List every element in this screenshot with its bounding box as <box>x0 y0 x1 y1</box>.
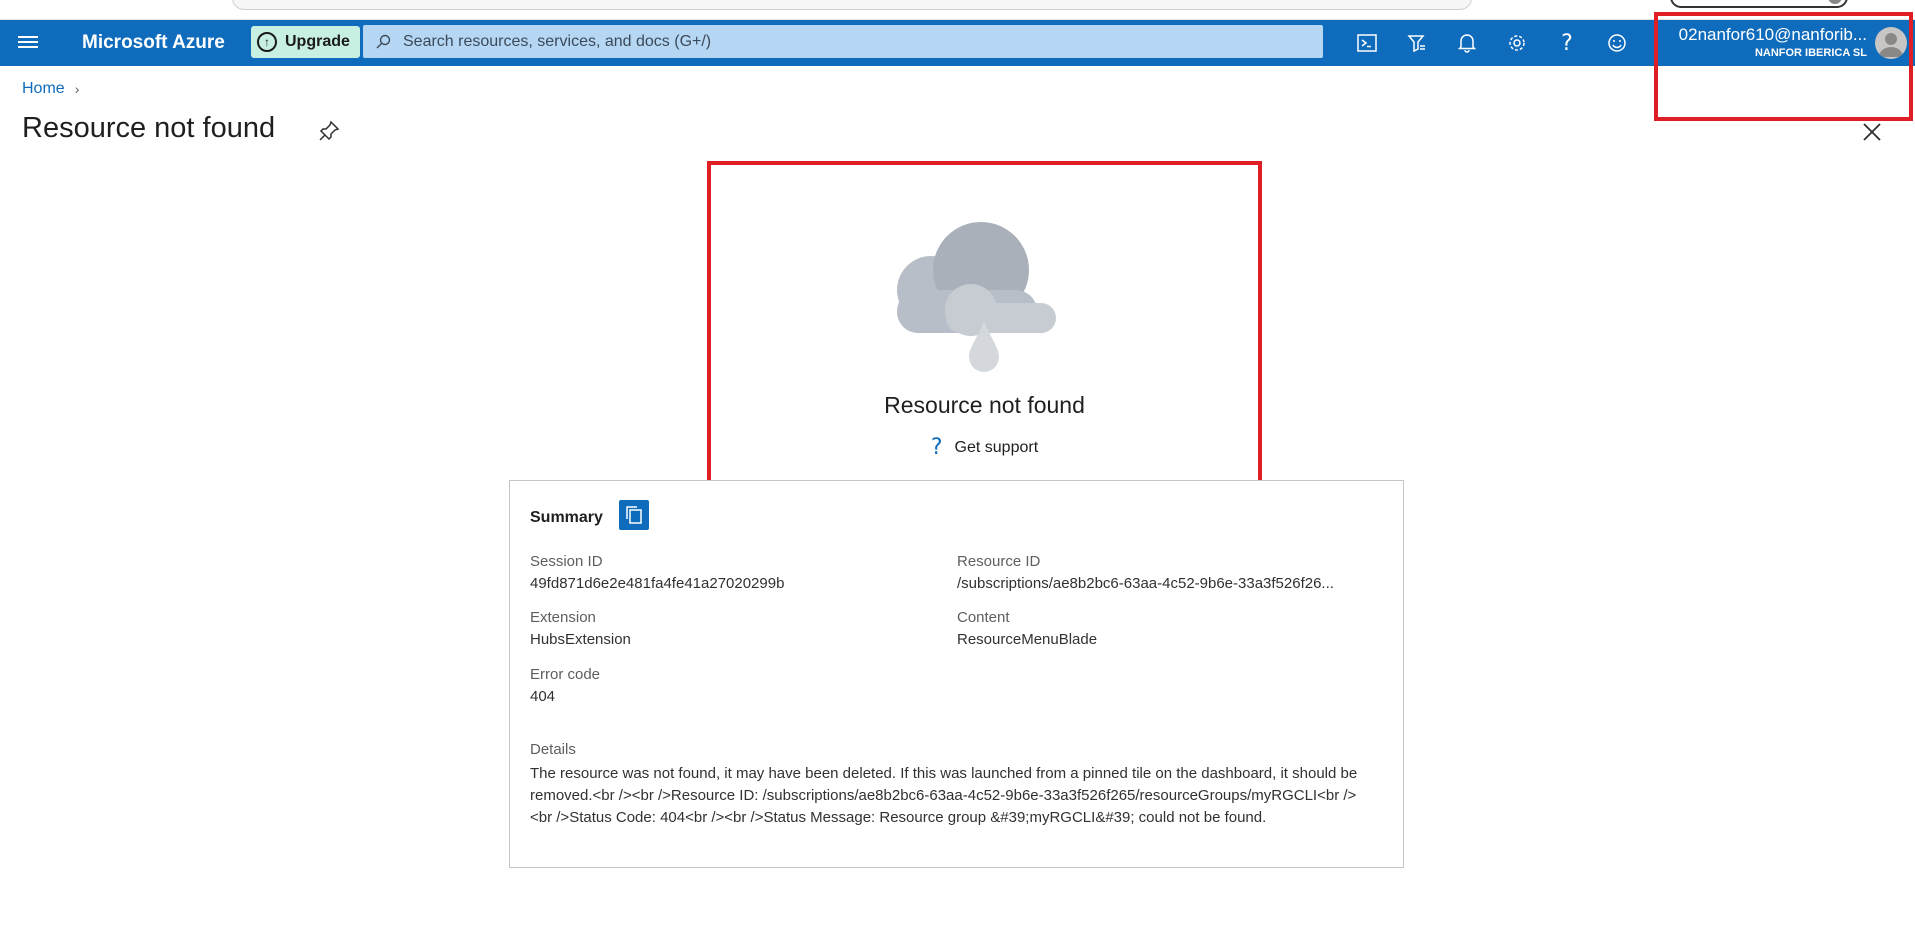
feedback-smiley-icon[interactable] <box>1604 30 1630 56</box>
global-search-box[interactable] <box>363 25 1323 58</box>
pin-icon[interactable] <box>318 120 340 142</box>
arrow-up-icon: ↑ <box>257 32 277 52</box>
content-value: ResourceMenuBlade <box>957 631 1098 648</box>
question-mark-icon: ? <box>930 435 943 460</box>
get-support-label: Get support <box>954 438 1039 456</box>
browser-chrome-strip <box>0 0 1915 20</box>
azure-top-bar: Microsoft Azure ↑ Upgrade ? 02nanfor610@… <box>0 20 1915 66</box>
profile-dot-icon <box>1828 0 1842 4</box>
page-title: Resource not found <box>22 112 276 144</box>
upgrade-button[interactable]: ↑ Upgrade <box>251 26 360 58</box>
rain-cloud-icon <box>897 222 1056 372</box>
session-id-label: Session ID <box>530 553 603 570</box>
cloud-shell-icon[interactable] <box>1354 30 1380 56</box>
help-icon[interactable]: ? <box>1554 30 1580 56</box>
search-icon <box>376 34 391 48</box>
browser-address-bar[interactable] <box>232 0 1472 10</box>
directory-filter-icon[interactable] <box>1404 30 1430 56</box>
settings-gear-icon[interactable] <box>1504 30 1530 56</box>
hamburger-menu-icon[interactable] <box>18 33 38 53</box>
session-id-value: 49fd871d6e2e481fa4fe41a27020299b <box>530 575 785 592</box>
upgrade-label: Upgrade <box>285 33 350 50</box>
summary-heading: Summary <box>530 509 603 526</box>
browser-profile-pill[interactable] <box>1670 0 1848 8</box>
chevron-right-icon: › <box>74 81 80 97</box>
error-code-label: Error code <box>530 666 601 683</box>
extension-value: HubsExtension <box>530 631 631 648</box>
not-found-title: Resource not found <box>884 392 1085 418</box>
copy-icon <box>626 506 642 524</box>
error-code-value: 404 <box>530 688 556 705</box>
extension-label: Extension <box>530 609 596 626</box>
account-highlight-box <box>1654 12 1913 121</box>
resource-id-value: /subscriptions/ae8b2bc6-63aa-4c52-9b6e-3… <box>957 575 1334 592</box>
brand-title[interactable]: Microsoft Azure <box>82 32 225 54</box>
get-support-link[interactable]: ? Get support <box>711 435 1258 460</box>
details-text: The resource was not found, it may have … <box>530 765 1358 826</box>
breadcrumb: Home › <box>22 80 79 98</box>
search-input[interactable] <box>403 32 1303 51</box>
resource-not-found-panel: Resource not found ? Get support <box>707 161 1262 491</box>
resource-id-label: Resource ID <box>957 553 1041 570</box>
copy-button[interactable] <box>619 500 649 530</box>
summary-panel: Summary Session ID 49fd871d6e2e481fa4fe4… <box>509 480 1404 868</box>
notifications-bell-icon[interactable] <box>1454 30 1480 56</box>
breadcrumb-home-link[interactable]: Home <box>22 80 65 98</box>
content-label: Content <box>957 609 1010 626</box>
details-label: Details <box>530 741 576 758</box>
close-icon[interactable] <box>1860 120 1884 144</box>
